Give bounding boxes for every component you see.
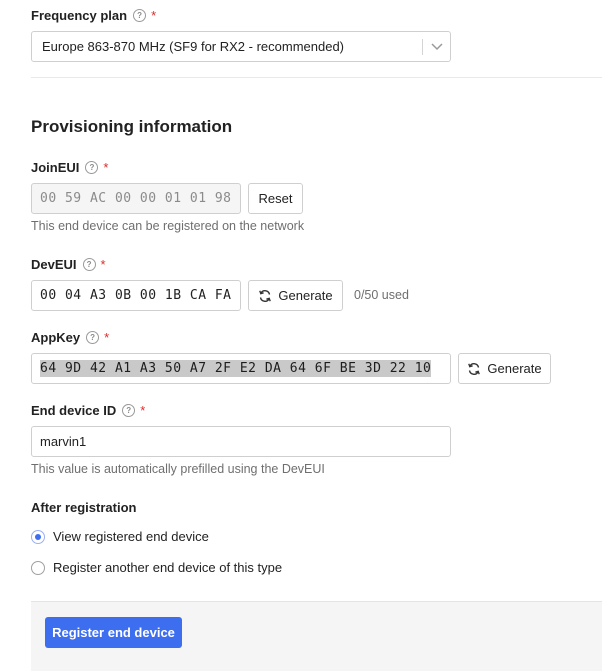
radio-option-label: View registered end device [53,529,209,544]
app-key-value: 64 9D 42 A1 A3 50 A7 2F E2 DA 64 6F BE 3… [40,360,432,377]
required-marker: * [104,330,110,345]
app-key-label: AppKey ? * [31,330,109,345]
help-icon[interactable]: ? [122,404,136,417]
frequency-plan-select[interactable]: Europe 863-870 MHz (SF9 for RX2 - recomm… [31,31,451,62]
generate-dev-eui-button[interactable]: Generate [248,280,343,311]
reset-button-label: Reset [258,191,293,206]
reset-button[interactable]: Reset [248,183,303,214]
radio-option-label: Register another end device of this type [53,560,283,575]
required-marker: * [103,160,109,175]
chevron-down-icon [430,38,444,57]
dev-eui-label: DevEUI ? * [31,257,106,272]
frequency-plan-label: Frequency plan ? * [31,8,156,23]
after-registration-label-text: After registration [31,500,137,515]
app-key-input[interactable]: 64 9D 42 A1 A3 50 A7 2F E2 DA 64 6F BE 3… [31,353,451,384]
dev-eui-label-text: DevEUI [31,257,77,272]
help-icon[interactable]: ? [85,161,99,174]
end-device-id-label-text: End device ID [31,403,117,418]
frequency-plan-label-text: Frequency plan [31,8,128,23]
join-eui-hint: This end device can be registered on the… [31,219,305,233]
end-device-id-input[interactable]: marvin1 [31,426,451,457]
join-eui-value: 00 59 AC 00 00 01 01 98 [40,191,232,206]
select-divider [422,39,423,55]
refresh-icon [258,289,272,303]
generate-app-key-button[interactable]: Generate [458,353,551,384]
frequency-plan-value: Europe 863-870 MHz (SF9 for RX2 - recomm… [42,39,345,54]
radio-button-checked[interactable] [31,529,45,544]
radio-button[interactable] [31,560,45,575]
join-eui-label-text: JoinEUI [31,160,80,175]
end-device-id-hint: This value is automatically prefilled us… [31,462,325,476]
help-icon[interactable]: ? [82,258,96,271]
register-end-device-button[interactable]: Register end device [45,617,182,648]
end-device-id-value: marvin1 [40,434,87,449]
after-registration-label: After registration [31,500,136,515]
form-footer: Register end device [31,601,602,671]
join-eui-input[interactable]: 00 59 AC 00 00 01 01 98 [31,183,241,214]
radio-dot [35,533,41,540]
required-marker: * [151,8,157,23]
app-key-label-text: AppKey [31,330,81,345]
generate-label: Generate [278,288,333,303]
help-icon[interactable]: ? [133,9,147,22]
end-device-id-label: End device ID ? * [31,403,145,418]
dev-eui-input[interactable]: 00 04 A3 0B 00 1B CA FA [31,280,241,311]
provisioning-heading: Provisioning information [31,117,233,136]
generate-label: Generate [487,361,542,376]
dev-eui-usage: 0/50 used [354,288,409,302]
section-divider [31,77,602,78]
refresh-icon [467,362,481,376]
join-eui-label: JoinEUI ? * [31,160,108,175]
dev-eui-value: 00 04 A3 0B 00 1B CA FA [40,288,232,303]
required-marker: * [140,403,146,418]
radio-option-register-another[interactable]: Register another end device of this type [31,560,282,575]
register-button-label: Register end device [52,625,175,640]
radio-option-view-registered[interactable]: View registered end device [31,529,209,544]
required-marker: * [100,257,106,272]
help-icon[interactable]: ? [86,331,100,344]
